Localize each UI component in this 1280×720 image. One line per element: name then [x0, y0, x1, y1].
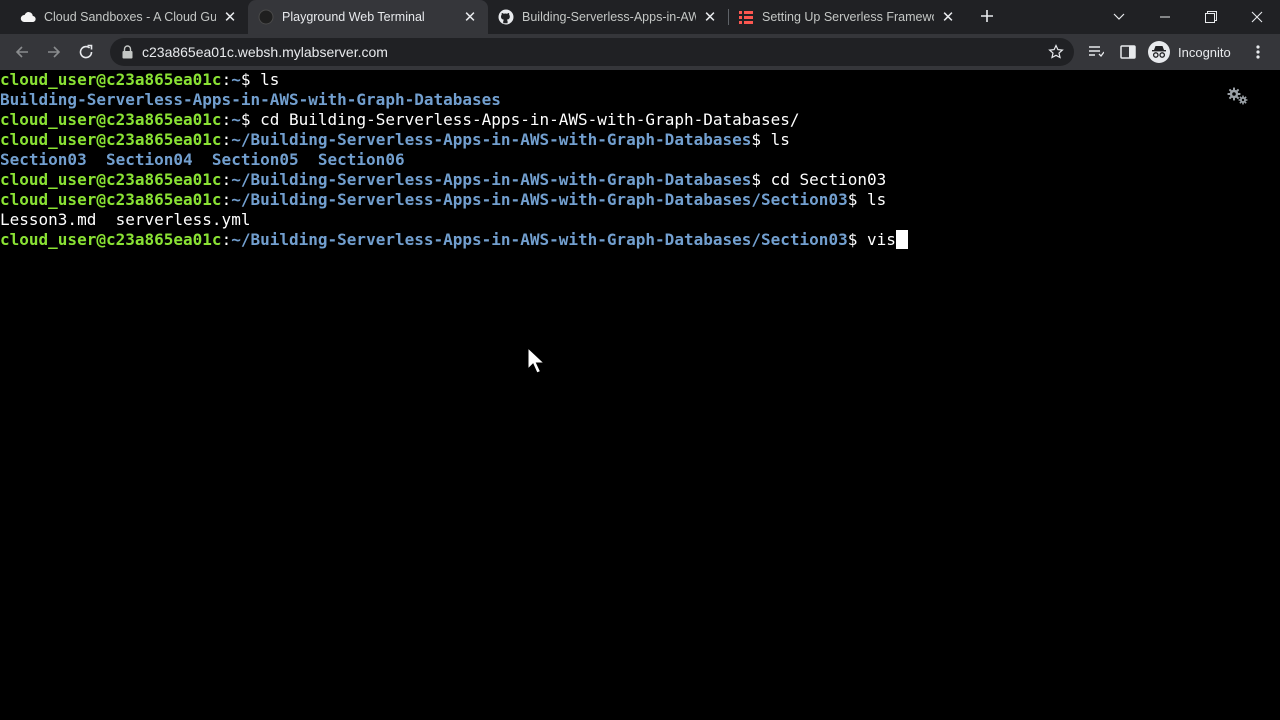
terminal-line: cloud_user@c23a865ea01c:~$ ls [0, 70, 279, 90]
reading-list-icon[interactable] [1088, 44, 1105, 60]
arrow-right-icon [48, 46, 61, 58]
tab-github-repo[interactable]: Building-Serverless-Apps-in-AWS ✕ [488, 0, 728, 34]
prompt-separator: : [221, 230, 232, 249]
minimize-button[interactable] [1142, 0, 1188, 34]
plus-icon [981, 10, 993, 22]
arrow-left-icon [15, 46, 28, 58]
prompt-path: ~/Building-Serverless-Apps-in-AWS-with-G… [231, 190, 848, 209]
command-text: cd Section03 [770, 170, 887, 189]
new-tab-button[interactable] [976, 5, 998, 27]
prompt-path: ~ [231, 110, 241, 129]
tab-title: Cloud Sandboxes - A Cloud Guru [44, 10, 216, 24]
prompt-user: cloud_user@c23a865ea01c [0, 70, 222, 89]
serverless-icon [738, 9, 754, 25]
terminal-line: cloud_user@c23a865ea01c:~/Building-Serve… [0, 190, 886, 210]
prompt-path: ~/Building-Serverless-Apps-in-AWS-with-G… [231, 230, 848, 249]
command-text: vis [866, 230, 896, 249]
prompt-end: $ [847, 230, 867, 249]
prompt-end: $ [847, 190, 867, 209]
prompt-end: $ [751, 170, 771, 189]
prompt-end: $ [240, 110, 261, 129]
output-directory: Building-Serverless-Apps-in-AWS-with-Gra… [0, 90, 501, 109]
profile-label: Incognito [1178, 44, 1231, 60]
restore-button[interactable] [1188, 0, 1234, 34]
close-icon [1251, 11, 1263, 23]
command-text: cd Building-Serverless-Apps-in-AWS-with-… [260, 110, 800, 129]
minimize-icon [1160, 16, 1170, 18]
terminal-line: Lesson3.md serverless.yml [0, 210, 250, 230]
lock-icon[interactable] [119, 44, 135, 60]
prompt-separator: : [221, 130, 232, 149]
close-window-button[interactable] [1234, 0, 1280, 34]
prompt-user: cloud_user@c23a865ea01c [0, 110, 222, 129]
restore-icon [1205, 11, 1217, 23]
terminal-line: cloud_user@c23a865ea01c:~/Building-Serve… [0, 130, 790, 150]
forward-button[interactable] [40, 38, 68, 66]
prompt-user: cloud_user@c23a865ea01c [0, 130, 222, 149]
prompt-separator: : [221, 70, 232, 89]
close-icon[interactable]: ✕ [702, 9, 718, 26]
reload-button[interactable] [72, 38, 100, 66]
prompt-separator: : [221, 110, 232, 129]
close-icon[interactable]: ✕ [940, 9, 956, 26]
terminal-line: cloud_user@c23a865ea01c:~/Building-Serve… [0, 170, 886, 190]
cloud-icon [20, 9, 36, 25]
settings-gears-icon[interactable] [1227, 86, 1249, 106]
prompt-end: $ [751, 130, 771, 149]
close-icon[interactable]: ✕ [462, 9, 478, 26]
output-files: Lesson3.md serverless.yml [0, 210, 251, 229]
prompt-user: cloud_user@c23a865ea01c [0, 170, 222, 189]
mouse-pointer-icon [527, 346, 546, 375]
tab-strip: Cloud Sandboxes - A Cloud Guru ✕ Playgro… [0, 0, 1280, 34]
prompt-path: ~/Building-Serverless-Apps-in-AWS-with-G… [231, 170, 752, 189]
prompt-user: cloud_user@c23a865ea01c [0, 190, 222, 209]
incognito-icon [1148, 41, 1170, 63]
more-menu-icon[interactable] [1252, 44, 1264, 60]
prompt-path: ~/Building-Serverless-Apps-in-AWS-with-G… [231, 130, 752, 149]
output-directory: Section03 Section04 Section05 Section06 [0, 150, 405, 169]
close-icon[interactable]: ✕ [222, 9, 238, 26]
github-icon [498, 9, 514, 25]
tab-search-button[interactable] [1096, 0, 1142, 34]
terminal-icon [258, 9, 274, 25]
terminal-line: cloud_user@c23a865ea01c:~$ cd Building-S… [0, 110, 800, 130]
command-text: ls [770, 130, 790, 149]
address-bar[interactable]: c23a865ea01c.websh.mylabserver.com [110, 38, 1074, 66]
tab-playground-web-terminal[interactable]: Playground Web Terminal ✕ [248, 0, 488, 34]
tab-cloud-sandboxes[interactable]: Cloud Sandboxes - A Cloud Guru ✕ [0, 0, 248, 34]
browser-toolbar: c23a865ea01c.websh.mylabserver.com Incog… [0, 34, 1280, 70]
terminal-line: Building-Serverless-Apps-in-AWS-with-Gra… [0, 90, 501, 110]
terminal-cursor [895, 230, 908, 249]
command-text: ls [866, 190, 887, 209]
prompt-end: $ [240, 70, 261, 89]
tab-serverless-framework[interactable]: Setting Up Serverless Framework ✕ [728, 0, 966, 34]
prompt-separator: : [221, 170, 232, 189]
terminal-screen[interactable]: cloud_user@c23a865ea01c:~$ ls Building-S… [0, 70, 1280, 720]
incognito-profile-button[interactable]: Incognito [1148, 40, 1231, 64]
command-text: ls [260, 70, 280, 89]
side-panel-icon[interactable] [1120, 44, 1136, 60]
tab-title: Building-Serverless-Apps-in-AWS [522, 10, 696, 24]
prompt-path: ~ [231, 70, 241, 89]
terminal-line: Section03 Section04 Section05 Section06 [0, 150, 405, 170]
prompt-separator: : [221, 190, 232, 209]
terminal-line: cloud_user@c23a865ea01c:~/Building-Serve… [0, 230, 908, 250]
tab-title: Setting Up Serverless Framework [762, 10, 934, 24]
tab-title: Playground Web Terminal [282, 10, 425, 24]
prompt-user: cloud_user@c23a865ea01c [0, 230, 222, 249]
star-icon[interactable] [1048, 44, 1064, 60]
url-text[interactable]: c23a865ea01c.websh.mylabserver.com [142, 44, 388, 60]
back-button[interactable] [8, 38, 36, 66]
reload-icon [79, 44, 93, 59]
chevron-down-icon [1113, 13, 1125, 20]
